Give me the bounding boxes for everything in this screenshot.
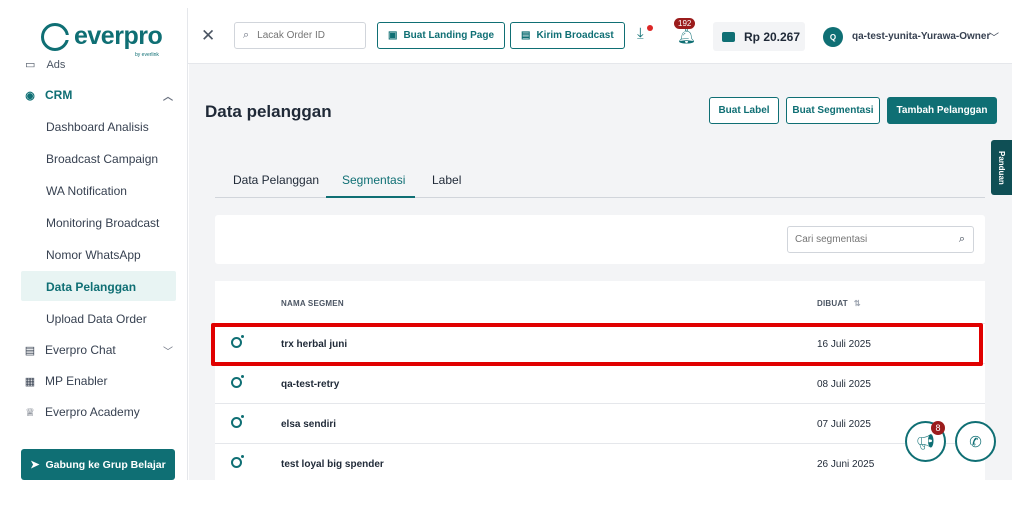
username[interactable]: qa-test-yunita-Yurawa-Owner	[852, 31, 990, 42]
table-row[interactable]: qa-test-retry 08 Juli 2025	[215, 363, 985, 403]
tab-segmentasi[interactable]: Segmentasi	[342, 173, 405, 187]
sidebar-item-label: Everpro Academy	[45, 405, 140, 419]
table-row[interactable]: test loyal big spender 26 Juni 2025	[215, 443, 985, 480]
download-dot	[647, 25, 653, 31]
column-header-created[interactable]: DIBUAT ⇅	[817, 299, 861, 308]
order-search[interactable]: ⌕	[234, 22, 366, 49]
segment-name[interactable]: test loyal big spender	[281, 459, 384, 470]
sidebar: everpro by everlink ▭ Ads ⌄ ◉ CRM ︿ Dash…	[11, 8, 188, 480]
column-header-created-label: DIBUAT	[817, 299, 848, 308]
sidebar-item-everpro-academy[interactable]: ♕ Everpro Academy	[23, 405, 173, 419]
search-icon[interactable]: ⌕	[959, 233, 965, 246]
sidebar-item-label: Everpro Chat	[45, 343, 116, 357]
sidebar-item-dashboard-analisis[interactable]: Dashboard Analisis	[46, 120, 149, 134]
balance-value: Rp 20.267	[744, 29, 801, 44]
sidebar-item-upload-data-order[interactable]: Upload Data Order	[46, 312, 147, 326]
broadcast-icon: ▤	[521, 30, 531, 41]
segment-table: NAMA SEGMEN DIBUAT ⇅ trx herbal juni 16 J…	[215, 281, 985, 480]
whatsapp-icon: ✆	[969, 433, 982, 451]
broadcast-button[interactable]: ▤ Kirim Broadcast	[510, 22, 625, 49]
chevron-down-icon[interactable]: ﹀	[989, 29, 999, 44]
brand-sub: by everlink	[135, 52, 159, 58]
sidebar-item-label: Ads	[46, 59, 66, 68]
academy-icon: ♕	[25, 406, 35, 419]
table-row[interactable]: elsa sendiri 07 Juli 2025	[215, 403, 985, 443]
brand-name: everpro	[74, 22, 163, 50]
segment-name[interactable]: qa-test-retry	[281, 379, 339, 390]
create-segment-button[interactable]: Buat Segmentasi	[786, 97, 880, 124]
sidebar-item-label: MP Enabler	[45, 374, 108, 388]
notification-count: 192	[674, 18, 696, 29]
store-icon: ▦	[24, 375, 36, 388]
column-header-name: NAMA SEGMEN	[281, 299, 344, 308]
order-search-input[interactable]	[257, 30, 348, 41]
send-icon: ➤	[30, 459, 40, 471]
sidebar-item-broadcast-campaign[interactable]: Broadcast Campaign	[46, 152, 158, 166]
download-icon[interactable]: ⤓	[637, 25, 644, 42]
tab-label[interactable]: Label	[432, 173, 461, 187]
filter-card: ⌕	[215, 215, 985, 264]
segment-icon	[231, 455, 244, 468]
crm-icon: ◉	[25, 89, 35, 102]
create-label-button[interactable]: Buat Label	[709, 97, 779, 124]
landing-page-icon: ▣	[388, 30, 398, 41]
megaphone-icon: 📢︎	[915, 433, 936, 451]
landing-page-label: Buat Landing Page	[403, 30, 495, 41]
bell-icon[interactable]: 🔔︎	[677, 27, 696, 45]
chevron-up-icon: ︿	[163, 91, 173, 103]
avatar[interactable]: Q	[823, 27, 843, 47]
sidebar-item-ads[interactable]: ▭ Ads ⌄	[25, 58, 65, 68]
chevron-down-icon: ﹀	[163, 346, 173, 358]
guide-tab[interactable]: Panduan	[991, 140, 1012, 195]
segment-icon	[231, 415, 244, 428]
add-customer-button[interactable]: Tambah Pelanggan	[887, 97, 997, 124]
sidebar-item-crm[interactable]: ◉ CRM ︿	[23, 88, 173, 103]
wallet-balance[interactable]: Rp 20.267	[713, 22, 805, 51]
tab-bar: Data Pelanggan Segmentasi Label	[215, 160, 985, 198]
sidebar-item-monitoring-broadcast[interactable]: Monitoring Broadcast	[46, 216, 159, 230]
sidebar-item-everpro-chat[interactable]: ▤ Everpro Chat ﹀	[23, 343, 173, 358]
topbar: ✕ ⌕ ▣ Buat Landing Page ▤ Kirim Broadcas…	[188, 8, 1012, 64]
search-icon: ⌕	[243, 29, 250, 41]
logo-icon	[41, 22, 70, 51]
join-group-label: Gabung ke Grup Belajar	[45, 458, 166, 471]
active-tab-indicator	[326, 196, 415, 198]
wallet-icon	[722, 31, 735, 42]
sidebar-item-label: CRM	[45, 88, 73, 102]
sidebar-item-data-pelanggan[interactable]: Data Pelanggan	[46, 280, 136, 294]
sort-icon[interactable]: ⇅	[854, 299, 861, 308]
segment-icon	[231, 375, 244, 388]
segment-date: 26 Juni 2025	[817, 459, 875, 470]
chat-icon: ▤	[24, 344, 36, 357]
sidebar-item-wa-notification[interactable]: WA Notification	[46, 184, 127, 198]
broadcast-label: Kirim Broadcast	[536, 30, 614, 41]
segment-name[interactable]: elsa sendiri	[281, 419, 336, 430]
ads-icon: ▭	[25, 59, 36, 68]
landing-page-button[interactable]: ▣ Buat Landing Page	[377, 22, 506, 49]
segment-search-input[interactable]	[795, 234, 945, 245]
sidebar-item-nomor-whatsapp[interactable]: Nomor WhatsApp	[46, 248, 141, 262]
tab-data-pelanggan[interactable]: Data Pelanggan	[233, 173, 319, 187]
close-icon[interactable]: ✕	[201, 26, 215, 46]
page-title: Data pelanggan	[205, 102, 332, 121]
segment-date: 08 Juli 2025	[817, 379, 871, 390]
whatsapp-button[interactable]: ✆	[955, 421, 996, 462]
sidebar-item-mp-enabler[interactable]: ▦ MP Enabler	[23, 374, 173, 388]
segment-date: 07 Juli 2025	[817, 419, 871, 430]
announcement-count: 8	[931, 421, 945, 435]
segment-search[interactable]: ⌕	[787, 226, 974, 253]
join-group-button[interactable]: ➤ Gabung ke Grup Belajar	[21, 449, 175, 480]
highlight-box	[211, 323, 983, 366]
brand-logo[interactable]: everpro	[41, 22, 163, 51]
